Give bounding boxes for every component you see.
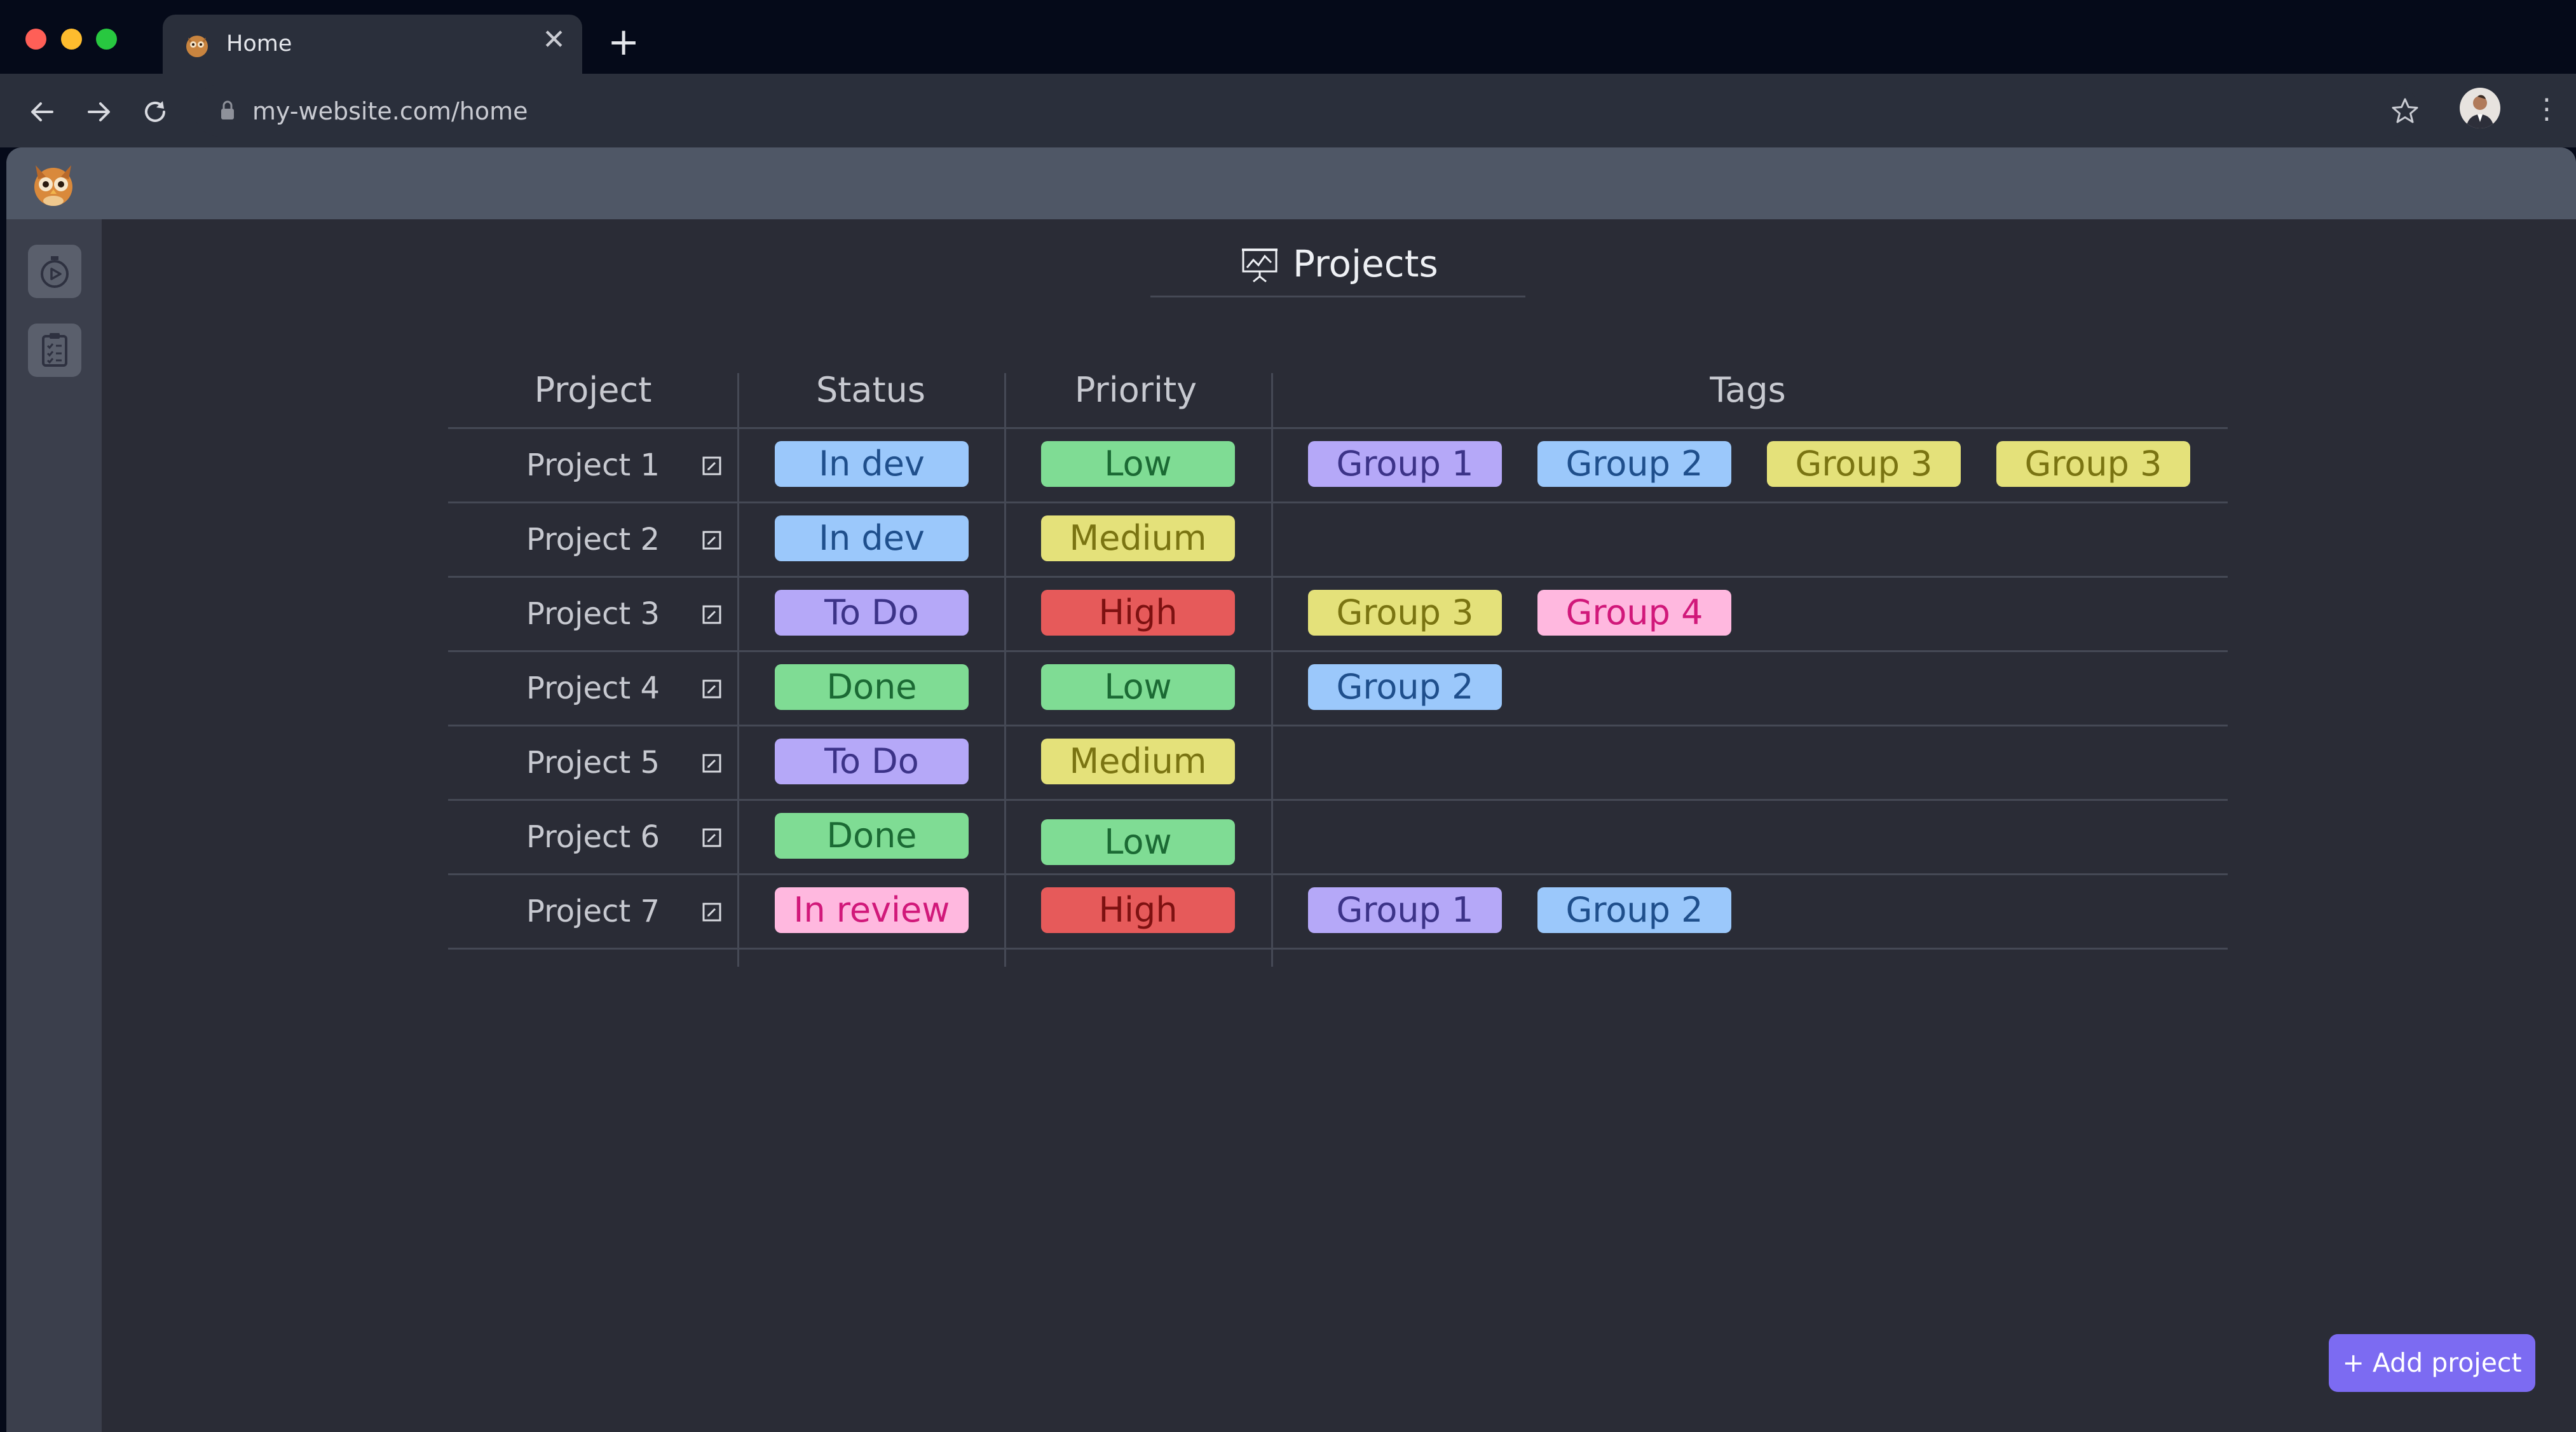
tag-badge[interactable]: Group 1	[1308, 887, 1502, 933]
row-divider	[448, 799, 2228, 801]
column-header-tags: Tags	[1710, 370, 1786, 410]
sidebar	[6, 219, 102, 1432]
project-name: Project 7	[526, 894, 660, 929]
column-divider	[737, 373, 739, 967]
bookmark-star-icon[interactable]	[2389, 94, 2422, 127]
row-divider	[448, 948, 2228, 950]
project-name: Project 4	[526, 671, 660, 706]
owl-logo-icon[interactable]	[27, 158, 80, 211]
project-name: Project 5	[526, 745, 660, 781]
priority-badge[interactable]: Low	[1041, 819, 1235, 865]
profile-avatar[interactable]	[2460, 88, 2500, 128]
title-divider	[1150, 296, 1525, 297]
status-badge[interactable]: To Do	[775, 739, 969, 784]
url-text: my-website.com/home	[252, 97, 528, 125]
edit-icon[interactable]	[702, 531, 721, 550]
priority-badge[interactable]: Medium	[1041, 515, 1235, 561]
tag-badge[interactable]: Group 3	[1308, 590, 1502, 636]
edit-icon[interactable]	[702, 828, 721, 847]
app-header	[6, 147, 2576, 219]
tag-badge[interactable]: Group 4	[1537, 590, 1731, 636]
tag-badge[interactable]: Group 1	[1308, 441, 1502, 487]
edit-icon[interactable]	[702, 456, 721, 475]
forward-arrow-icon[interactable]	[83, 95, 116, 128]
browser-tab-home[interactable]: Home ✕	[163, 15, 582, 74]
tab-close-icon[interactable]: ✕	[542, 26, 566, 54]
project-name: Project 2	[526, 522, 660, 557]
column-divider	[1271, 373, 1273, 967]
close-window-button[interactable]	[25, 29, 46, 50]
status-badge[interactable]: In dev	[775, 441, 969, 487]
project-name: Project 3	[526, 596, 660, 632]
sidebar-item-projects[interactable]	[28, 324, 81, 377]
add-project-button[interactable]: + Add project	[2329, 1334, 2535, 1392]
sidebar-item-timer[interactable]	[28, 245, 81, 298]
priority-badge[interactable]: Low	[1041, 664, 1235, 710]
priority-badge[interactable]: High	[1041, 590, 1235, 636]
row-divider	[448, 576, 2228, 578]
row-divider	[448, 427, 2228, 429]
owl-favicon-icon	[186, 36, 208, 57]
status-badge[interactable]: In dev	[775, 515, 969, 561]
address-bar[interactable]: my-website.com/home	[194, 85, 2418, 137]
project-name: Project 6	[526, 819, 660, 855]
column-divider	[1004, 373, 1006, 967]
page-title-text: Projects	[1293, 242, 1438, 285]
tag-badge[interactable]: Group 3	[1767, 441, 1961, 487]
edit-icon[interactable]	[702, 754, 721, 773]
tag-badge[interactable]: Group 2	[1537, 887, 1731, 933]
row-divider	[448, 873, 2228, 875]
status-badge[interactable]: To Do	[775, 590, 969, 636]
edit-icon[interactable]	[702, 903, 721, 922]
maximize-window-button[interactable]	[96, 29, 117, 50]
column-header-priority: Priority	[1074, 370, 1197, 410]
stopwatch-icon	[41, 256, 69, 288]
back-arrow-icon[interactable]	[25, 95, 58, 128]
status-badge[interactable]: Done	[775, 813, 969, 859]
tag-badge[interactable]: Group 2	[1537, 441, 1731, 487]
reload-icon[interactable]	[139, 95, 172, 128]
row-divider	[448, 725, 2228, 726]
row-divider	[448, 650, 2228, 652]
chart-presentation-icon	[1242, 249, 1278, 283]
lock-icon	[221, 100, 234, 119]
user-avatar-icon	[2466, 95, 2494, 128]
clipboard-checklist-icon	[42, 333, 67, 367]
browser-toolbar: my-website.com/home ⋮	[0, 74, 2576, 147]
new-tab-button[interactable]: +	[608, 23, 639, 61]
edit-icon[interactable]	[702, 679, 721, 699]
priority-badge[interactable]: High	[1041, 887, 1235, 933]
minimize-window-button[interactable]	[61, 29, 82, 50]
row-divider	[448, 501, 2228, 503]
tag-badge[interactable]: Group 3	[1996, 441, 2190, 487]
tab-title: Home	[226, 31, 292, 57]
priority-badge[interactable]: Medium	[1041, 739, 1235, 784]
app-window: Projects + Add project Project Status Prio…	[6, 147, 2576, 1432]
page-title: Projects	[1239, 235, 1438, 292]
browser-titlebar: Home ✕ +	[0, 0, 2576, 74]
tag-badge[interactable]: Group 2	[1308, 664, 1502, 710]
browser-menu-icon[interactable]: ⋮	[2533, 95, 2561, 123]
status-badge[interactable]: In review	[775, 887, 969, 933]
status-badge[interactable]: Done	[775, 664, 969, 710]
priority-badge[interactable]: Low	[1041, 441, 1235, 487]
project-name: Project 1	[526, 447, 660, 483]
edit-icon[interactable]	[702, 605, 721, 624]
